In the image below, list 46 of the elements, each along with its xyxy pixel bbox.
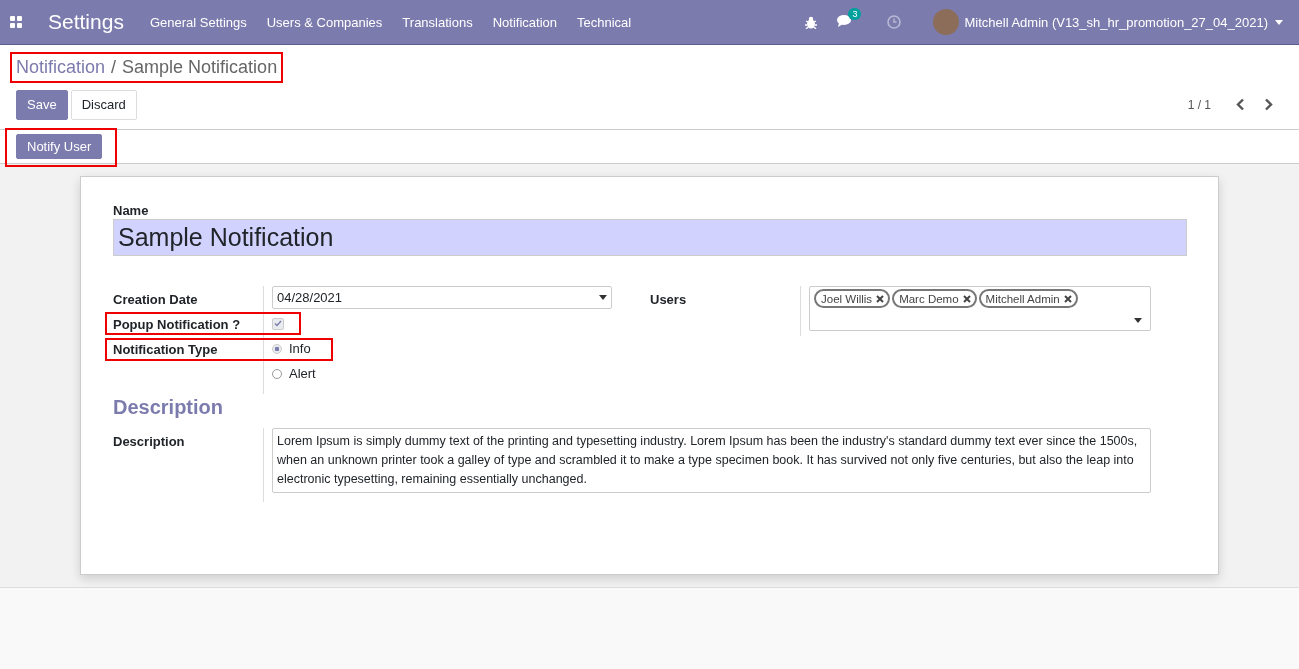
description-textarea[interactable]: Lorem Ipsum is simply dummy text of the printing and typesetting industry. Lorem Ipsum has been the industry's standard dummy text ever since the 1500s, when an unknown printer took a galley of type and scrambled it to make a type specimen book. It has survived not only five centuries, but also the leap into electronic typesetting, remaining essentially unchanged. <box>272 428 1151 493</box>
avatar-placeholder <box>933 9 960 35</box>
message-count-badge: 3 <box>848 8 862 20</box>
breadcrumb-current: Sample Notification <box>122 57 278 78</box>
menu-item[interactable]: Technical <box>577 14 632 30</box>
breadcrumb-separator: / <box>111 57 117 78</box>
menu-item[interactable]: General Settings <box>149 14 247 30</box>
previous-icon[interactable] <box>1236 98 1245 111</box>
radio-label[interactable]: Alert <box>289 366 316 381</box>
radio-label[interactable]: Info <box>289 341 311 356</box>
bug-icon[interactable] <box>805 15 818 29</box>
next-icon[interactable] <box>1264 98 1273 111</box>
remove-icon[interactable] <box>1063 294 1072 303</box>
field-label: Name <box>113 203 150 218</box>
popup-checkbox[interactable] <box>272 317 284 330</box>
clock-icon[interactable] <box>887 15 902 29</box>
field-label: Creation Date <box>113 291 199 309</box>
section-title: Description <box>113 396 225 420</box>
save-button[interactable]: Save <box>16 89 68 120</box>
dropdown-caret-icon[interactable] <box>1134 318 1142 323</box>
user-tag[interactable]: Marc Demo <box>892 289 977 308</box>
user-tag[interactable]: Joel Willis <box>814 289 891 308</box>
date-field[interactable]: 04/28/2021 <box>272 286 612 309</box>
field-label: Popup Notification ? <box>113 316 242 334</box>
dropdown-caret-icon[interactable] <box>599 295 607 300</box>
caret-icon[interactable] <box>1275 19 1283 25</box>
field-label: Users <box>650 291 688 309</box>
radio-button[interactable] <box>272 368 282 379</box>
user-tag[interactable]: Mitchell Admin <box>978 289 1078 308</box>
menu-item[interactable]: Notification <box>492 14 557 30</box>
user-menu[interactable]: Mitchell Admin (V13_sh_hr_promotion_27_04_2021) <box>964 14 1268 30</box>
breadcrumb-link[interactable]: Notification <box>16 57 106 78</box>
field-label: Description <box>113 433 186 451</box>
notify-user-button[interactable]: Notify User <box>16 134 103 159</box>
name-input[interactable]: Sample Notification <box>113 219 1187 256</box>
menu-item[interactable]: Users & Companies <box>266 14 383 30</box>
field-label: Notification Type <box>113 341 219 359</box>
radio-button[interactable] <box>272 343 282 354</box>
discard-button[interactable]: Discard <box>70 89 137 120</box>
app-name: Settings <box>48 10 124 34</box>
remove-icon[interactable] <box>876 294 885 303</box>
pager-counter: 1 / 1 <box>1187 97 1211 112</box>
apps-menu-icon[interactable] <box>10 16 22 28</box>
menu-item[interactable]: Translations <box>402 14 473 30</box>
users-tag-field[interactable]: Joel Willis Marc Demo Mitchell Admin <box>809 286 1151 331</box>
remove-icon[interactable] <box>962 294 971 303</box>
